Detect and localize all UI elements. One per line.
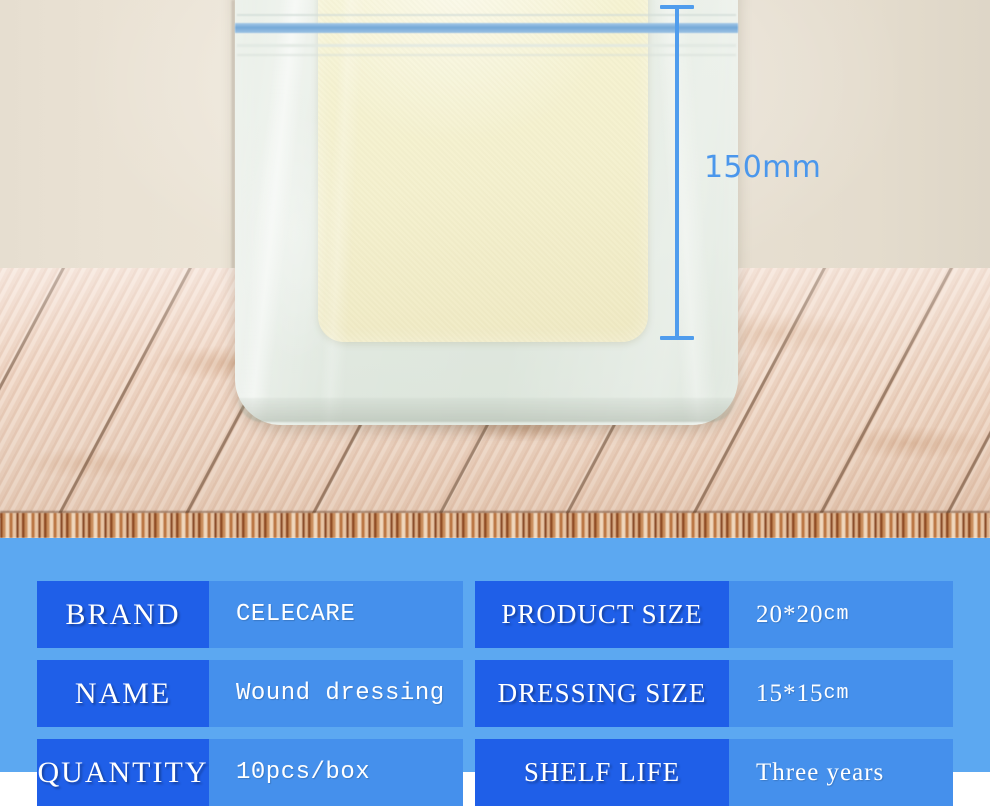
- spec-value-brand: CELECARE: [209, 581, 463, 648]
- specification-panel: BRAND CELECARE PRODUCT SIZE 20*20 cm NAME…: [0, 538, 990, 806]
- spec-value-shelf-life: Three years: [729, 739, 953, 806]
- package-bottom-seal: [238, 398, 735, 422]
- dimension-cap-bottom-icon: [660, 336, 694, 340]
- spec-unit-dressing-size: cm: [823, 682, 850, 705]
- dimension-callout-150mm: 150mm: [660, 0, 840, 345]
- spec-value-name: Wound dressing: [209, 660, 463, 727]
- spec-label-dressing-size: DRESSING SIZE: [475, 660, 729, 727]
- spec-label-name: NAME: [37, 660, 209, 727]
- spec-value-name-text: Wound dressing: [236, 680, 445, 707]
- table-front-edge: [0, 513, 990, 538]
- dimension-label: 150mm: [704, 150, 822, 185]
- spec-unit-product-size: cm: [823, 603, 850, 626]
- specification-table: BRAND CELECARE PRODUCT SIZE 20*20 cm NAME…: [37, 581, 953, 806]
- dimension-line-icon: [675, 6, 679, 340]
- spec-column-gap: [463, 660, 475, 727]
- spec-label-product-size: PRODUCT SIZE: [475, 581, 729, 648]
- spec-value-dressing-size-text: 15*15: [756, 679, 824, 707]
- spec-value-shelf-life-text: Three years: [756, 758, 885, 786]
- spec-value-dressing-size: 15*15 cm: [729, 660, 953, 727]
- spec-value-product-size-text: 20*20: [756, 600, 824, 628]
- spec-column-gap: [463, 739, 475, 806]
- spec-value-quantity-text: 10pcs/box: [236, 759, 371, 786]
- spec-value-brand-text: CELECARE: [236, 601, 356, 628]
- spec-label-shelf-life: SHELF LIFE: [475, 739, 729, 806]
- spec-label-brand: BRAND: [37, 581, 209, 648]
- spec-value-quantity: 10pcs/box: [209, 739, 463, 806]
- spec-label-quantity: QUANTITY: [37, 739, 209, 806]
- product-photo-scene: 150mm: [0, 0, 990, 538]
- foam-wound-dressing-pad: [318, 0, 648, 342]
- spec-column-gap: [463, 581, 475, 648]
- spec-value-product-size: 20*20 cm: [729, 581, 953, 648]
